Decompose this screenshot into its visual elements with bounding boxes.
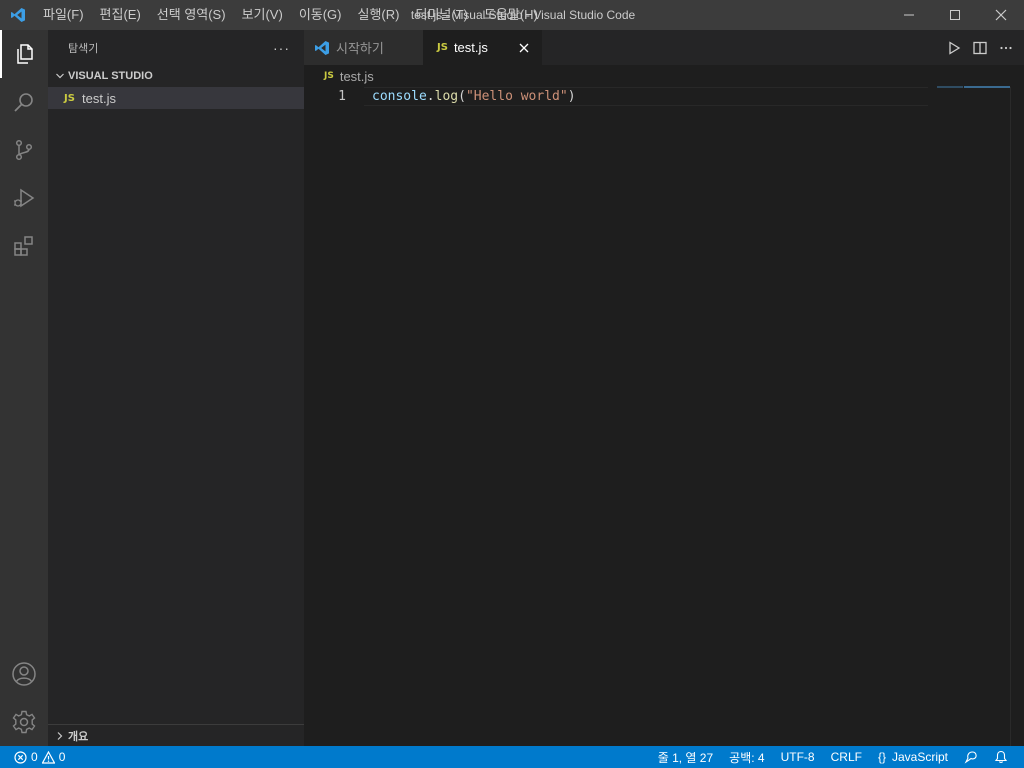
language-mode[interactable]: {} JavaScript <box>870 746 956 768</box>
menu-selection[interactable]: 선택 영역(S) <box>149 0 234 30</box>
source-control-icon <box>15 139 33 161</box>
explorer-icon <box>17 44 33 64</box>
maximize-icon <box>950 10 960 20</box>
run-file-button[interactable] <box>946 40 962 56</box>
code-token-open-paren: ( <box>458 89 466 104</box>
js-file-icon: JS <box>64 92 75 104</box>
activity-extensions[interactable] <box>0 222 48 270</box>
menu-run[interactable]: 실행(R) <box>350 0 408 30</box>
menu-view[interactable]: 보기(V) <box>234 0 291 30</box>
status-bar-right: 줄 1, 열 27 공백: 4 UTF-8 CRLF {} JavaScript <box>650 746 1016 768</box>
vertical-scrollbar[interactable] <box>1010 87 1024 746</box>
window-controls <box>886 0 1024 30</box>
activity-source-control[interactable] <box>0 126 48 174</box>
title-bar: 파일(F) 편집(E) 선택 영역(S) 보기(V) 이동(G) 실행(R) 터… <box>0 0 1024 30</box>
sidebar-explorer: 탐색기 ··· VISUAL STUDIO JS test.js 개요 <box>48 30 304 746</box>
activity-run-debug[interactable] <box>0 174 48 222</box>
account-icon <box>12 662 36 686</box>
file-item-test-js[interactable]: JS test.js <box>48 87 304 109</box>
language-label: JavaScript <box>891 750 948 764</box>
code-line[interactable]: console.log("Hello world") <box>372 87 576 106</box>
encoding[interactable]: UTF-8 <box>773 746 823 768</box>
settings-gear-icon <box>12 710 36 734</box>
outline-section-header[interactable]: 개요 <box>48 724 304 746</box>
activity-bar <box>0 30 48 746</box>
chevron-down-icon <box>52 65 68 87</box>
code-token-close-paren: ) <box>567 89 576 104</box>
tab-test-js[interactable]: JS test.js <box>423 30 542 65</box>
js-file-icon: JS <box>324 71 334 81</box>
code-token-dot: . <box>426 89 435 104</box>
feedback-button[interactable] <box>956 746 986 768</box>
menu-edit[interactable]: 편집(E) <box>92 0 149 30</box>
maximize-button[interactable] <box>932 0 978 30</box>
chevron-right-icon <box>52 725 68 747</box>
split-editor-icon <box>973 41 987 54</box>
notifications-button[interactable] <box>986 746 1016 768</box>
minimap-line <box>937 86 963 88</box>
braces-icon: {} <box>877 750 886 764</box>
close-window-button[interactable] <box>978 0 1024 30</box>
close-icon <box>995 9 1007 21</box>
activity-explorer[interactable] <box>0 30 48 78</box>
editor-actions <box>946 30 1014 65</box>
tab-label: test.js <box>453 40 488 55</box>
more-actions-button[interactable]: ··· <box>273 40 290 56</box>
indentation[interactable]: 공백: 4 <box>721 746 772 768</box>
tab-label: 시작하기 <box>336 41 384 56</box>
minimize-button[interactable] <box>886 0 932 30</box>
close-icon <box>519 43 529 52</box>
more-icon <box>1000 46 1012 49</box>
run-debug-icon <box>14 188 35 208</box>
line-number: 1 <box>338 89 346 104</box>
file-name: test.js <box>82 90 116 106</box>
status-bar: 0 0 줄 1, 열 27 공백: 4 UTF-8 CRLF {} JavaSc… <box>0 746 1024 768</box>
menu-file[interactable]: 파일(F) <box>35 0 92 30</box>
breadcrumb-file[interactable]: test.js <box>340 69 374 84</box>
warning-icon <box>41 750 55 764</box>
sidebar-title: 탐색기 <box>68 42 99 55</box>
menu-terminal[interactable]: 터미널(T) <box>407 0 475 30</box>
extensions-icon <box>14 236 33 256</box>
code-token-method: log <box>434 89 459 104</box>
more-editor-actions-button[interactable] <box>998 40 1014 56</box>
folder-name: VISUAL STUDIO <box>68 70 153 82</box>
tab-bar: 시작하기 JS test.js <box>304 30 1024 65</box>
vscode-icon <box>315 40 329 55</box>
search-icon <box>14 93 33 112</box>
error-count: 0 <box>31 750 38 764</box>
code-token-string: "Hello world" <box>465 89 568 104</box>
sidebar-header: 탐색기 ··· <box>48 30 304 65</box>
breadcrumb: JS test.js <box>304 65 1024 87</box>
menu-help[interactable]: 도움말(H) <box>476 0 546 30</box>
end-of-line[interactable]: CRLF <box>823 746 870 768</box>
split-editor-button[interactable] <box>972 40 988 56</box>
menu-go[interactable]: 이동(G) <box>291 0 350 30</box>
outline-label: 개요 <box>68 730 89 743</box>
feedback-icon <box>964 751 977 764</box>
activity-settings[interactable] <box>0 698 48 746</box>
cursor-position[interactable]: 줄 1, 열 27 <box>650 746 721 768</box>
menu-bar: 파일(F) 편집(E) 선택 영역(S) 보기(V) 이동(G) 실행(R) 터… <box>35 0 546 30</box>
tab-getting-started[interactable]: 시작하기 <box>304 30 423 65</box>
bell-icon <box>994 750 1008 763</box>
problems-indicator[interactable]: 0 0 <box>0 746 65 768</box>
close-tab-button[interactable] <box>516 40 532 56</box>
warning-count: 0 <box>58 750 66 764</box>
activity-search[interactable] <box>0 78 48 126</box>
scroll-shadow <box>964 86 1010 88</box>
code-editor[interactable]: 1 console.log("Hello world") <box>304 87 1024 107</box>
error-icon <box>14 750 27 764</box>
activity-accounts[interactable] <box>0 650 48 698</box>
play-icon <box>949 40 961 55</box>
editor-area: 시작하기 JS test.js JS test.js 1 console.log… <box>304 30 1024 746</box>
folder-section-header[interactable]: VISUAL STUDIO <box>48 65 304 87</box>
js-file-icon: JS <box>437 42 448 53</box>
minimize-icon <box>904 14 914 16</box>
vscode-logo-icon <box>0 0 35 30</box>
code-token-object: console <box>372 89 427 104</box>
